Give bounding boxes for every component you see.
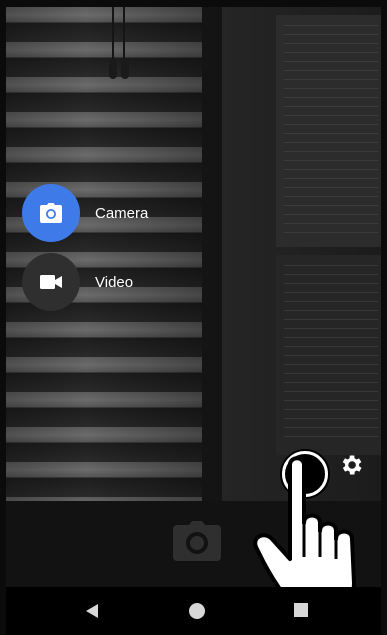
video-mode-label: Video: [95, 273, 134, 291]
home-circle-icon[interactable]: [189, 603, 205, 619]
capture-button[interactable]: [173, 521, 221, 561]
blind-cord-right: [123, 7, 125, 65]
wall-paper-bottom: [276, 255, 381, 455]
blind-tassel-left: [109, 59, 117, 79]
camera-shutter-icon: [173, 521, 221, 561]
camera-icon: [40, 203, 62, 223]
videocam-icon: [40, 275, 62, 289]
video-mode-button[interactable]: [22, 253, 80, 311]
back-triangle-icon[interactable]: [84, 603, 100, 619]
mode-video[interactable]: Video: [22, 253, 133, 311]
mode-camera[interactable]: Camera: [22, 184, 148, 242]
blind-cord-left: [112, 7, 114, 65]
camera-mode-label: Camera: [95, 204, 149, 222]
recents-square-icon[interactable]: [294, 603, 308, 617]
wall-paper-top: [276, 15, 381, 247]
window-frame: [202, 7, 222, 501]
blind-tassel-right: [121, 59, 129, 79]
camera-mode-button[interactable]: [22, 184, 80, 242]
